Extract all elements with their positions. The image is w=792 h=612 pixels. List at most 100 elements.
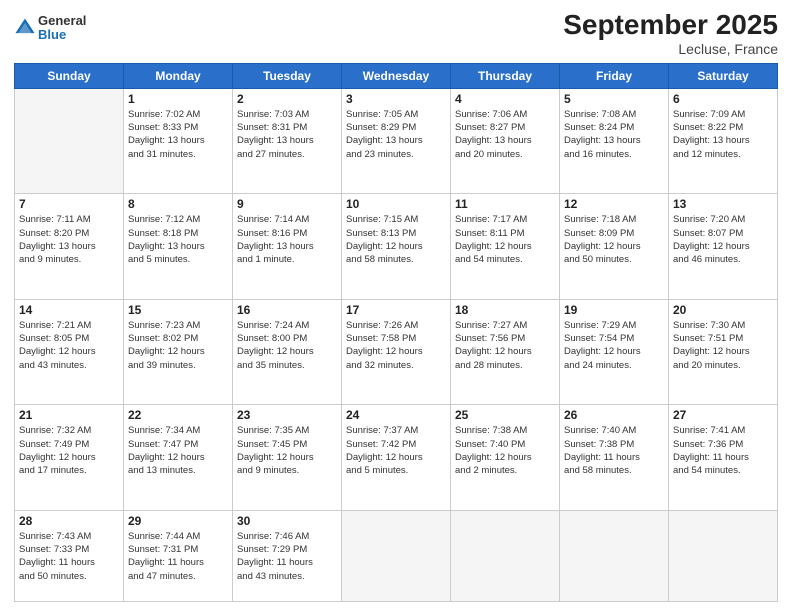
day-number: 29 — [128, 514, 228, 528]
day-number: 28 — [19, 514, 119, 528]
calendar-cell: 1 Sunrise: 7:02 AM Sunset: 8:33 PM Daylig… — [124, 88, 233, 193]
calendar-cell: 8 Sunrise: 7:12 AM Sunset: 8:18 PM Daylig… — [124, 194, 233, 299]
calendar-cell: 6 Sunrise: 7:09 AM Sunset: 8:22 PM Daylig… — [669, 88, 778, 193]
day-info: Sunrise: 7:38 AM Sunset: 7:40 PM Dayligh… — [455, 424, 555, 477]
day-info: Sunrise: 7:30 AM Sunset: 7:51 PM Dayligh… — [673, 319, 773, 372]
calendar-subtitle: Lecluse, France — [563, 41, 778, 57]
day-info: Sunrise: 7:21 AM Sunset: 8:05 PM Dayligh… — [19, 319, 119, 372]
calendar-cell: 17 Sunrise: 7:26 AM Sunset: 7:58 PM Dayli… — [342, 299, 451, 404]
header: General Blue September 2025 Lecluse, Fra… — [14, 10, 778, 57]
day-number: 16 — [237, 303, 337, 317]
calendar-cell — [15, 88, 124, 193]
day-info: Sunrise: 7:43 AM Sunset: 7:33 PM Dayligh… — [19, 530, 119, 583]
day-info: Sunrise: 7:02 AM Sunset: 8:33 PM Dayligh… — [128, 108, 228, 161]
day-number: 27 — [673, 408, 773, 422]
day-info: Sunrise: 7:40 AM Sunset: 7:38 PM Dayligh… — [564, 424, 664, 477]
calendar-cell: 13 Sunrise: 7:20 AM Sunset: 8:07 PM Dayli… — [669, 194, 778, 299]
day-number: 2 — [237, 92, 337, 106]
calendar-cell: 25 Sunrise: 7:38 AM Sunset: 7:40 PM Dayli… — [451, 405, 560, 510]
day-info: Sunrise: 7:09 AM Sunset: 8:22 PM Dayligh… — [673, 108, 773, 161]
day-number: 10 — [346, 197, 446, 211]
col-saturday: Saturday — [669, 63, 778, 88]
day-number: 13 — [673, 197, 773, 211]
calendar-header-row: Sunday Monday Tuesday Wednesday Thursday… — [15, 63, 778, 88]
day-number: 3 — [346, 92, 446, 106]
calendar-title: September 2025 — [563, 10, 778, 41]
day-number: 4 — [455, 92, 555, 106]
day-info: Sunrise: 7:32 AM Sunset: 7:49 PM Dayligh… — [19, 424, 119, 477]
calendar-cell: 5 Sunrise: 7:08 AM Sunset: 8:24 PM Daylig… — [560, 88, 669, 193]
day-number: 6 — [673, 92, 773, 106]
calendar-table: Sunday Monday Tuesday Wednesday Thursday… — [14, 63, 778, 602]
day-info: Sunrise: 7:27 AM Sunset: 7:56 PM Dayligh… — [455, 319, 555, 372]
day-info: Sunrise: 7:08 AM Sunset: 8:24 PM Dayligh… — [564, 108, 664, 161]
day-number: 12 — [564, 197, 664, 211]
day-number: 5 — [564, 92, 664, 106]
calendar-cell: 28 Sunrise: 7:43 AM Sunset: 7:33 PM Dayli… — [15, 510, 124, 601]
day-number: 22 — [128, 408, 228, 422]
day-info: Sunrise: 7:34 AM Sunset: 7:47 PM Dayligh… — [128, 424, 228, 477]
col-friday: Friday — [560, 63, 669, 88]
day-info: Sunrise: 7:26 AM Sunset: 7:58 PM Dayligh… — [346, 319, 446, 372]
calendar-cell: 19 Sunrise: 7:29 AM Sunset: 7:54 PM Dayli… — [560, 299, 669, 404]
calendar-cell — [342, 510, 451, 601]
calendar-cell — [669, 510, 778, 601]
calendar-cell: 2Sunrise: 7:03 AM Sunset: 8:31 PM Daylig… — [233, 88, 342, 193]
logo-icon — [14, 17, 36, 39]
logo-text: General Blue — [38, 14, 86, 43]
day-number: 8 — [128, 197, 228, 211]
day-info: Sunrise: 7:12 AM Sunset: 8:18 PM Dayligh… — [128, 213, 228, 266]
day-number: 17 — [346, 303, 446, 317]
title-block: September 2025 Lecluse, France — [563, 10, 778, 57]
col-monday: Monday — [124, 63, 233, 88]
day-number: 1 — [128, 92, 228, 106]
calendar-cell: 22 Sunrise: 7:34 AM Sunset: 7:47 PM Dayli… — [124, 405, 233, 510]
day-number: 14 — [19, 303, 119, 317]
calendar-cell: 20Sunrise: 7:30 AM Sunset: 7:51 PM Dayli… — [669, 299, 778, 404]
day-info: Sunrise: 7:29 AM Sunset: 7:54 PM Dayligh… — [564, 319, 664, 372]
calendar-cell: 7 Sunrise: 7:11 AM Sunset: 8:20 PM Daylig… — [15, 194, 124, 299]
calendar-cell: 11Sunrise: 7:17 AM Sunset: 8:11 PM Dayli… — [451, 194, 560, 299]
calendar-cell: 30Sunrise: 7:46 AM Sunset: 7:29 PM Dayli… — [233, 510, 342, 601]
page: General Blue September 2025 Lecluse, Fra… — [0, 0, 792, 612]
day-info: Sunrise: 7:44 AM Sunset: 7:31 PM Dayligh… — [128, 530, 228, 583]
calendar-cell: 10 Sunrise: 7:15 AM Sunset: 8:13 PM Dayli… — [342, 194, 451, 299]
day-number: 19 — [564, 303, 664, 317]
calendar-cell — [451, 510, 560, 601]
day-number: 18 — [455, 303, 555, 317]
calendar-cell: 29 Sunrise: 7:44 AM Sunset: 7:31 PM Dayli… — [124, 510, 233, 601]
day-info: Sunrise: 7:46 AM Sunset: 7:29 PM Dayligh… — [237, 530, 337, 583]
calendar-cell: 3 Sunrise: 7:05 AM Sunset: 8:29 PM Daylig… — [342, 88, 451, 193]
calendar-cell: 14 Sunrise: 7:21 AM Sunset: 8:05 PM Dayli… — [15, 299, 124, 404]
calendar-cell: 26 Sunrise: 7:40 AM Sunset: 7:38 PM Dayli… — [560, 405, 669, 510]
day-number: 7 — [19, 197, 119, 211]
day-number: 26 — [564, 408, 664, 422]
day-info: Sunrise: 7:18 AM Sunset: 8:09 PM Dayligh… — [564, 213, 664, 266]
day-info: Sunrise: 7:11 AM Sunset: 8:20 PM Dayligh… — [19, 213, 119, 266]
calendar-cell: 15Sunrise: 7:23 AM Sunset: 8:02 PM Dayli… — [124, 299, 233, 404]
day-info: Sunrise: 7:35 AM Sunset: 7:45 PM Dayligh… — [237, 424, 337, 477]
day-info: Sunrise: 7:14 AM Sunset: 8:16 PM Dayligh… — [237, 213, 337, 266]
col-sunday: Sunday — [15, 63, 124, 88]
day-info: Sunrise: 7:17 AM Sunset: 8:11 PM Dayligh… — [455, 213, 555, 266]
calendar-cell: 21 Sunrise: 7:32 AM Sunset: 7:49 PM Dayli… — [15, 405, 124, 510]
day-number: 23 — [237, 408, 337, 422]
calendar-cell: 24 Sunrise: 7:37 AM Sunset: 7:42 PM Dayli… — [342, 405, 451, 510]
day-number: 25 — [455, 408, 555, 422]
col-thursday: Thursday — [451, 63, 560, 88]
col-wednesday: Wednesday — [342, 63, 451, 88]
calendar-cell: 12 Sunrise: 7:18 AM Sunset: 8:09 PM Dayli… — [560, 194, 669, 299]
day-info: Sunrise: 7:06 AM Sunset: 8:27 PM Dayligh… — [455, 108, 555, 161]
day-info: Sunrise: 7:15 AM Sunset: 8:13 PM Dayligh… — [346, 213, 446, 266]
day-number: 24 — [346, 408, 446, 422]
day-info: Sunrise: 7:20 AM Sunset: 8:07 PM Dayligh… — [673, 213, 773, 266]
day-info: Sunrise: 7:37 AM Sunset: 7:42 PM Dayligh… — [346, 424, 446, 477]
calendar-cell: 27Sunrise: 7:41 AM Sunset: 7:36 PM Dayli… — [669, 405, 778, 510]
calendar-cell: 18 Sunrise: 7:27 AM Sunset: 7:56 PM Dayli… — [451, 299, 560, 404]
col-tuesday: Tuesday — [233, 63, 342, 88]
day-number: 15 — [128, 303, 228, 317]
day-number: 21 — [19, 408, 119, 422]
day-info: Sunrise: 7:05 AM Sunset: 8:29 PM Dayligh… — [346, 108, 446, 161]
calendar-cell — [560, 510, 669, 601]
day-number: 9 — [237, 197, 337, 211]
